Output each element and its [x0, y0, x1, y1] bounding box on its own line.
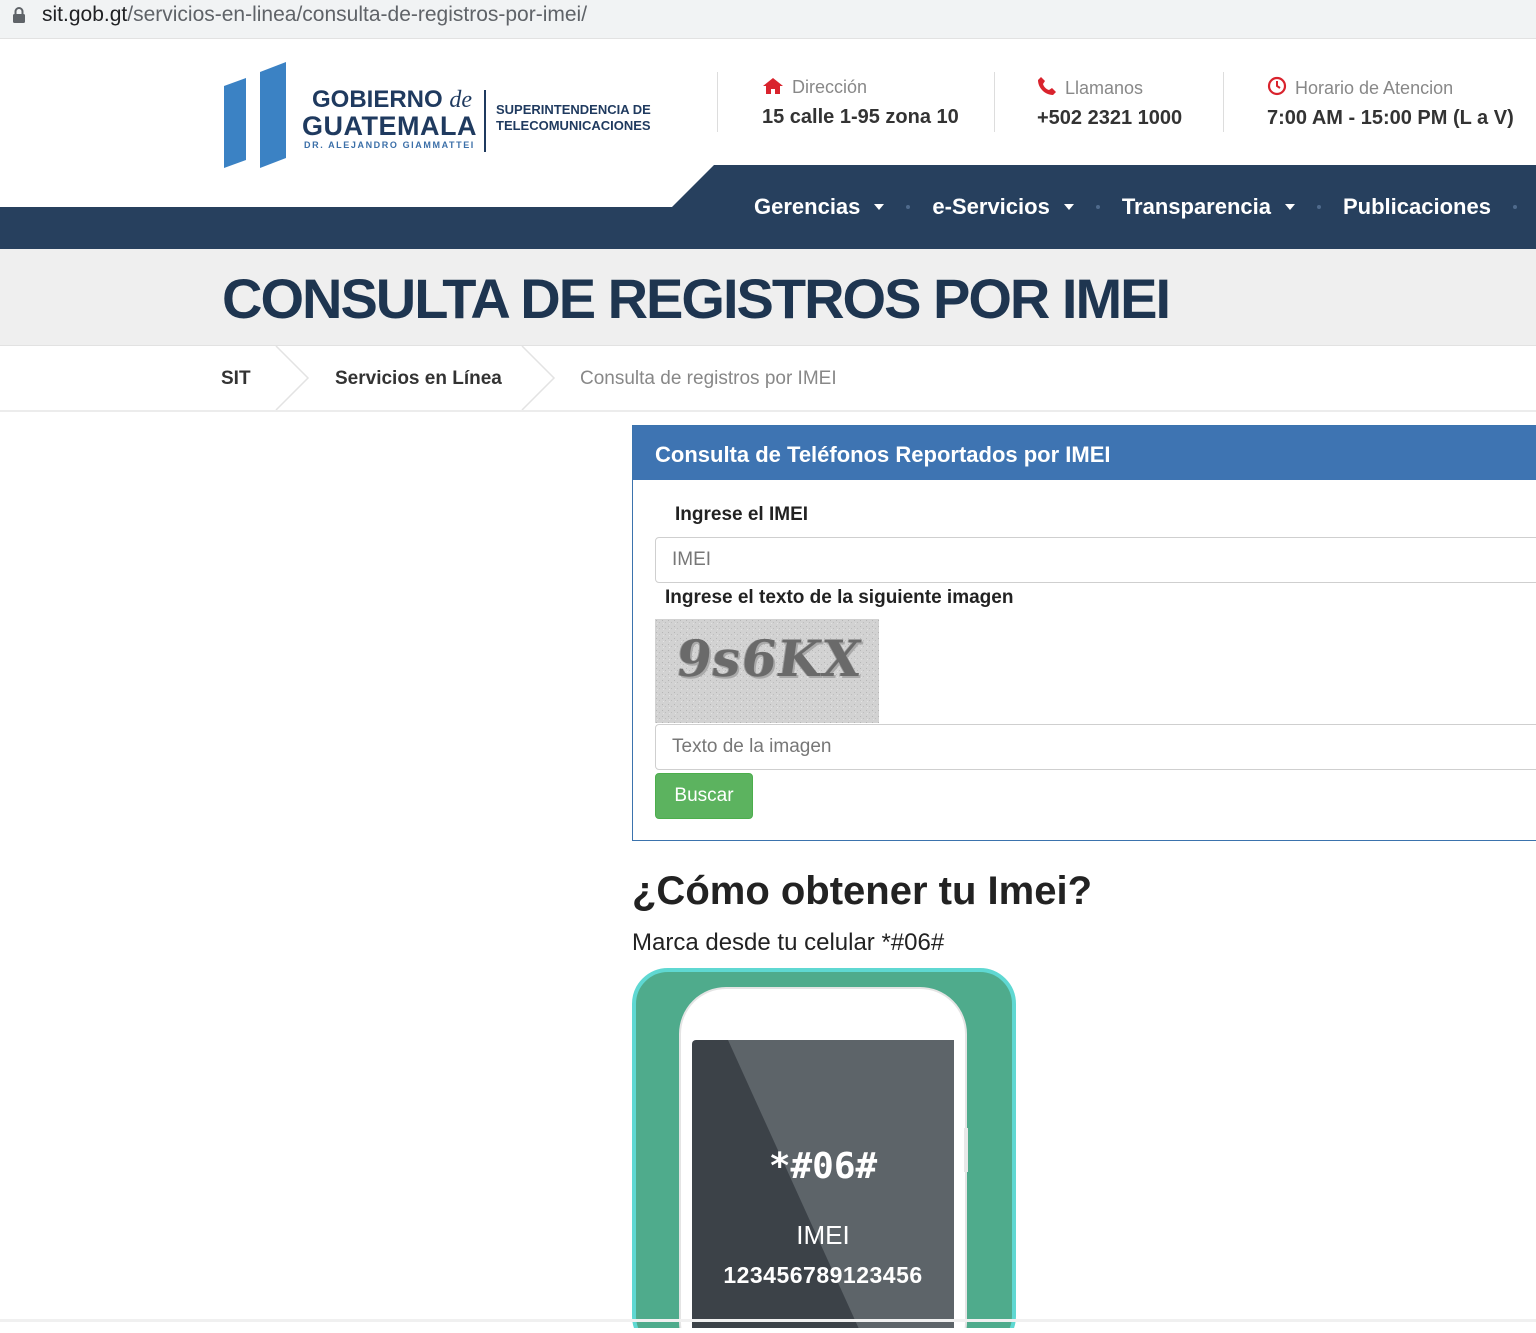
phone-icon: [1038, 77, 1056, 95]
breadcrumb: SIT Servicios en Línea Consulta de regis…: [0, 346, 1536, 412]
panel-header: Consulta de Teléfonos Reportados por IME…: [633, 426, 1536, 480]
nav-separator-dot: [1317, 205, 1321, 209]
logo-gobierno: GOBIERNO de: [312, 86, 473, 113]
header-separator: [717, 72, 718, 132]
howto-subtitle: Marca desde tu celular *#06#: [632, 929, 945, 956]
panel-title: Consulta de Teléfonos Reportados por IME…: [655, 442, 1111, 467]
guatemala-flag-bars-icon: [224, 62, 286, 168]
header-llamanos: Llamanos +502 2321 1000: [1037, 77, 1183, 129]
nav-separator-dot: [906, 205, 911, 209]
logo-guatemala: GUATEMALA: [302, 111, 477, 141]
clock-icon: [1267, 76, 1287, 96]
imei-query-panel: Consulta de Teléfonos Reportados por IME…: [632, 425, 1536, 841]
logo-divider: [484, 90, 486, 152]
logo-subtitle: DR. ALEJANDRO GIAMMATTEI: [304, 140, 475, 150]
header-separator: [994, 72, 995, 132]
header-direccion: Dirección 15 calle 1-95 zona 10: [762, 77, 959, 128]
home-icon: [763, 78, 783, 94]
phone-screen-code: *#06#: [768, 1146, 878, 1187]
nav-gerencias[interactable]: Gerencias: [754, 194, 885, 220]
imei-label: Ingrese el IMEI: [675, 504, 809, 525]
browser-address-bar[interactable]: sit.gob.gt/servicios-en-linea/consulta-d…: [0, 0, 1536, 39]
lock-icon: [13, 7, 25, 23]
breadcrumb-item-sit[interactable]: SIT: [221, 368, 251, 390]
caret-down-icon: [1063, 204, 1074, 210]
captcha-image: 9s6KX: [655, 619, 879, 723]
url-text[interactable]: sit.gob.gt/servicios-en-linea/consulta-d…: [42, 2, 587, 28]
nav-transparencia[interactable]: Transparencia: [1122, 194, 1295, 220]
phone-screen-label: IMEI: [796, 1220, 850, 1250]
caret-down-icon: [1285, 204, 1295, 210]
site-logo[interactable]: GOBIERNO de GUATEMALA DR. ALEJANDRO GIAM…: [222, 60, 682, 172]
imei-input[interactable]: [655, 537, 1536, 583]
header-horario: Horario de Atencion 7:00 AM - 15:00 PM (…: [1267, 76, 1514, 129]
phone-illustration: *#06# IMEI 123456789123456: [632, 968, 1016, 1333]
main-nav: Gerencias e-Servicios Transparencia Publ…: [754, 190, 1536, 224]
breadcrumb-item-current: Consulta de registros por IMEI: [580, 368, 837, 389]
buscar-button[interactable]: Buscar: [655, 773, 753, 819]
breadcrumb-chevron-icon: [275, 346, 310, 410]
breadcrumb-chevron-icon: [521, 346, 556, 410]
url-host: sit.gob.gt: [42, 3, 128, 26]
captcha-text: 9s6KX: [672, 629, 867, 688]
nav-publicaciones[interactable]: Publicaciones: [1343, 194, 1491, 220]
howto-title: ¿Cómo obtener tu Imei?: [632, 869, 1092, 913]
logo-agency: SUPERINTENDENCIA DE TELECOMUNICACIONES: [496, 102, 651, 133]
captcha-input[interactable]: [655, 724, 1536, 770]
breadcrumb-item-servicios[interactable]: Servicios en Línea: [335, 368, 502, 390]
nav-separator-dot: [1512, 205, 1517, 209]
nav-separator-dot: [1095, 205, 1100, 209]
nav-e-servicios[interactable]: e-Servicios: [932, 194, 1074, 220]
captcha-label: Ingrese el texto de la siguiente imagen: [665, 587, 1014, 608]
phone-screen-number: 123456789123456: [723, 1262, 923, 1288]
caret-down-icon: [874, 204, 885, 210]
url-path: /servicios-en-linea/consulta-de-registro…: [127, 3, 588, 26]
page-title: CONSULTA DE REGISTROS POR IMEI: [222, 267, 1171, 330]
header-separator: [1223, 72, 1224, 132]
